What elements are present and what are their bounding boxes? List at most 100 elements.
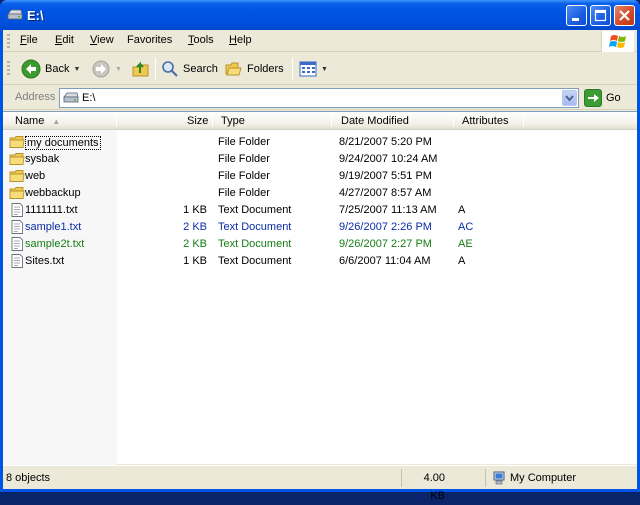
menu-tools[interactable]: Tools <box>188 34 214 46</box>
toolbar-grip[interactable] <box>7 61 10 75</box>
text-document-icon <box>9 220 25 234</box>
column-header-size[interactable]: Size <box>187 112 208 130</box>
file-row[interactable]: web File Folder 9/19/2007 5:51 PM <box>3 168 637 185</box>
address-dropdown-button[interactable] <box>562 90 577 106</box>
close-button[interactable] <box>614 5 635 26</box>
drive-icon <box>7 9 23 20</box>
column-header-type[interactable]: Type <box>221 112 245 130</box>
folder-icon <box>9 186 25 200</box>
views-icon <box>299 61 317 77</box>
file-size: 2 KB <box>183 221 207 233</box>
file-date-modified: 4/27/2007 8:57 AM <box>339 187 432 199</box>
file-row[interactable]: my documents File Folder 8/21/2007 5:20 PM <box>3 134 637 151</box>
views-button[interactable]: ▼ <box>299 57 328 81</box>
folders-button[interactable]: Folders <box>225 57 284 81</box>
column-header-date-modified[interactable]: Date Modified <box>341 112 409 130</box>
text-document-icon <box>9 203 25 217</box>
column-divider[interactable] <box>116 115 117 127</box>
file-type: File Folder <box>218 136 270 148</box>
forward-button[interactable]: ▼ <box>91 57 122 81</box>
file-row[interactable]: sample1.txt 2 KB Text Document 9/26/2007 2:… <box>3 219 637 236</box>
status-bar: 8 objects 4.00 KB My Computer <box>3 465 637 502</box>
file-type: Text Document <box>218 221 292 233</box>
file-name: my documents <box>25 136 101 150</box>
back-button[interactable]: Back ▼ <box>21 57 80 81</box>
column-header-name[interactable]: Name ▲ <box>15 112 60 130</box>
file-date-modified: 9/24/2007 10:24 AM <box>339 153 438 165</box>
file-list[interactable]: Name ▲ Size Type Date Modified Attributes… <box>3 111 637 465</box>
go-arrow-icon <box>584 89 602 107</box>
status-total-size: 4.00 KB <box>401 469 483 502</box>
file-attributes: AE <box>458 238 473 250</box>
forward-dropdown-icon[interactable]: ▼ <box>115 66 122 73</box>
chevron-down-icon <box>565 95 574 102</box>
column-divider[interactable] <box>331 115 332 127</box>
sort-ascending-icon: ▲ <box>52 117 61 126</box>
file-row[interactable]: Sites.txt 1 KB Text Document 6/6/2007 11:04… <box>3 253 637 270</box>
folders-icon <box>225 62 242 76</box>
back-arrow-icon <box>21 59 41 79</box>
text-document-icon <box>9 237 25 251</box>
file-size: 1 KB <box>183 204 207 216</box>
column-divider[interactable] <box>453 115 454 127</box>
file-type: File Folder <box>218 187 270 199</box>
column-divider[interactable] <box>523 115 524 127</box>
menu-grip[interactable] <box>7 34 10 48</box>
file-size: 1 KB <box>183 255 207 267</box>
windows-flag-icon <box>609 35 626 48</box>
file-row[interactable]: sample2t.txt 2 KB Text Document 9/26/2007 2… <box>3 236 637 253</box>
toolbar-separator <box>155 58 156 80</box>
status-object-count: 8 objects <box>6 472 51 484</box>
back-dropdown-icon[interactable]: ▼ <box>73 66 80 73</box>
folder-icon <box>9 135 25 149</box>
up-folder-button[interactable] <box>131 57 151 81</box>
folder-icon <box>9 169 25 183</box>
address-value: E:\ <box>82 92 96 104</box>
file-name: sysbak <box>25 153 60 165</box>
column-header-attributes[interactable]: Attributes <box>462 112 508 130</box>
text-document-icon <box>9 254 25 268</box>
close-icon <box>619 10 630 21</box>
back-label: Back <box>45 63 70 75</box>
file-date-modified: 6/6/2007 11:04 AM <box>339 255 431 267</box>
menu-file[interactable]: File <box>20 34 38 46</box>
file-date-modified: 7/25/2007 11:13 AM <box>339 204 437 216</box>
explorer-window: E:\ File Edit View Favorites Tools Help <box>0 0 640 502</box>
address-label: Address <box>15 91 56 103</box>
file-row[interactable]: sysbak File Folder 9/24/2007 10:24 AM <box>3 151 637 168</box>
file-name: 1111111.txt <box>25 204 78 216</box>
file-date-modified: 9/26/2007 2:27 PM <box>339 238 432 250</box>
file-date-modified: 9/26/2007 2:26 PM <box>339 221 432 233</box>
status-location-label: My Computer <box>510 472 577 484</box>
minimize-icon <box>572 18 579 21</box>
toolbar-separator <box>292 58 293 80</box>
file-row[interactable]: webbackup File Folder 4/27/2007 8:57 AM <box>3 185 637 202</box>
maximize-button[interactable] <box>590 5 611 26</box>
title-bar[interactable]: E:\ <box>0 0 640 30</box>
views-dropdown-icon[interactable]: ▼ <box>321 66 328 73</box>
file-attributes: A <box>458 255 466 267</box>
file-name: Sites.txt <box>25 255 65 267</box>
address-bar: Address E:\ Go <box>3 86 637 110</box>
column-divider[interactable] <box>212 115 213 127</box>
forward-arrow-icon <box>92 60 110 78</box>
minimize-button[interactable] <box>566 5 587 26</box>
my-computer-icon <box>493 471 505 485</box>
search-button[interactable]: Search <box>161 57 218 81</box>
file-size: 2 KB <box>183 238 207 250</box>
window-frame: File Edit View Favorites Tools Help Back… <box>3 30 637 502</box>
file-date-modified: 8/21/2007 5:20 PM <box>339 136 432 148</box>
file-row[interactable]: 1111111.txt 1 KB Text Document 7/25/2007 11… <box>3 202 637 219</box>
go-button[interactable]: Go <box>584 89 621 107</box>
menu-edit[interactable]: Edit <box>55 34 74 46</box>
menu-help[interactable]: Help <box>229 34 252 46</box>
search-label: Search <box>183 63 218 75</box>
address-input[interactable]: E:\ <box>59 88 579 108</box>
drive-icon <box>63 92 79 103</box>
file-name: web <box>25 170 46 182</box>
menu-view[interactable]: View <box>90 34 114 46</box>
search-icon <box>162 61 178 77</box>
file-type: Text Document <box>218 204 292 216</box>
menu-favorites[interactable]: Favorites <box>127 34 172 46</box>
standard-toolbar: Back ▼ ▼ Search Folders ▼ <box>3 53 637 85</box>
